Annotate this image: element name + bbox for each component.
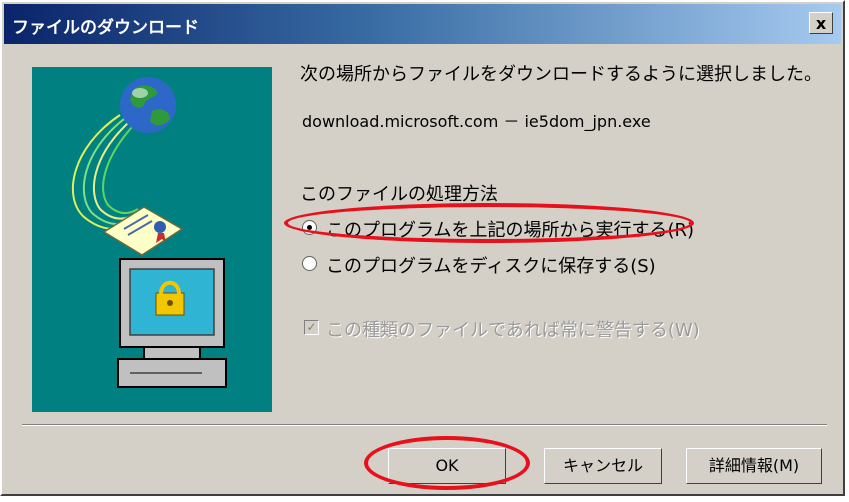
download-dialog: ファイルのダウンロード x 次の場所からファイルをダウンロードするように選択しま… — [0, 0, 845, 496]
file-source-text: download.microsoft.com － ie5dom_jpn.exe — [302, 112, 651, 131]
computer-lock-icon — [117, 258, 227, 388]
cancel-button[interactable]: キャンセル — [544, 448, 662, 484]
wire-lines — [71, 114, 139, 230]
save-radio[interactable] — [302, 256, 317, 271]
illustration-panel — [32, 67, 272, 412]
window-title: ファイルのダウンロード — [12, 18, 199, 38]
group-label: このファイルの処理方法 — [300, 184, 498, 205]
run-radio[interactable] — [302, 220, 317, 235]
warn-checkbox: ✓ — [304, 320, 319, 335]
details-button[interactable]: 詳細情報(M) — [686, 448, 822, 484]
close-button[interactable]: x — [809, 12, 833, 34]
separator — [22, 424, 827, 426]
run-option-label[interactable]: このプログラムを上記の場所から実行する(R) — [326, 216, 694, 242]
ok-button[interactable]: OK — [388, 448, 506, 484]
warn-checkbox-label: この種類のファイルであれば常に警告する(W) — [326, 320, 700, 341]
title-bar[interactable]: ファイルのダウンロード x — [4, 4, 841, 44]
save-option-label[interactable]: このプログラムをディスクに保存する(S) — [326, 252, 656, 278]
certificate-icon — [102, 206, 184, 256]
globe-icon — [120, 77, 176, 133]
prompt-text: 次の場所からファイルをダウンロードするように選択しました。 — [300, 64, 822, 85]
download-illustration — [71, 77, 227, 388]
